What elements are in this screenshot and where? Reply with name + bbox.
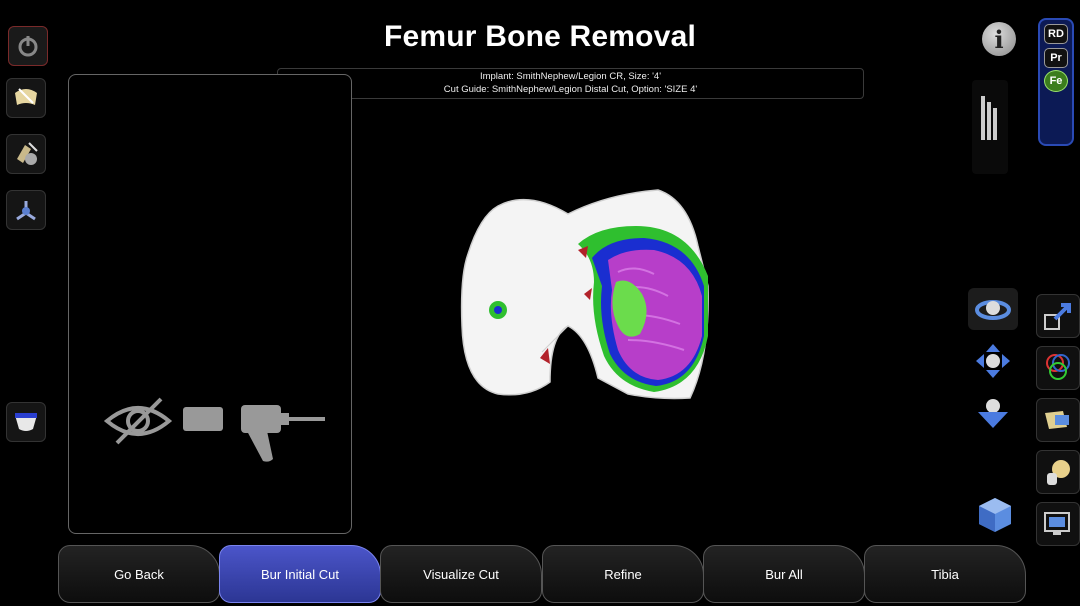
eye-hidden-icon[interactable] [103, 393, 173, 449]
femur-implant-button[interactable] [6, 78, 46, 118]
page-title: Femur Bone Removal [383, 20, 696, 53]
pan-view-icon [976, 344, 1010, 378]
cube-view-button[interactable] [974, 494, 1016, 536]
color-rings-icon [1046, 354, 1070, 380]
visualize-cut-button[interactable]: Visualize Cut [380, 545, 542, 603]
mode-panel: RD Pr Fe [1038, 18, 1074, 146]
tibia-button[interactable]: Tibia [864, 545, 1026, 603]
zoom-view-icon [978, 399, 1008, 428]
instrument-panel [68, 74, 352, 534]
resize-button[interactable] [1036, 294, 1080, 338]
bottom-nav: Go Back Bur Initial Cut Visualize Cut Re… [58, 545, 1026, 603]
rotate-view-icon [975, 300, 1011, 320]
depth-meter-icon [981, 96, 997, 140]
go-back-button[interactable]: Go Back [58, 545, 220, 603]
mode-rd-button[interactable]: RD [1044, 24, 1068, 44]
mode-pr-button[interactable]: Pr [1044, 48, 1068, 68]
axis-icon [16, 201, 36, 221]
rotate-view-button[interactable] [968, 288, 1018, 330]
implant-line: Implant: SmithNephew/Legion CR, Size: '4… [479, 71, 662, 82]
femur-knob-icon [1047, 460, 1070, 485]
power-icon [18, 36, 38, 57]
implant-info-box: Implant: SmithNephew/Legion CR, Size: '4… [277, 68, 864, 99]
info-button[interactable]: i [982, 22, 1016, 56]
screenshot-button[interactable] [1036, 502, 1080, 546]
zoom-view-button[interactable] [972, 392, 1014, 434]
femur-knob-button[interactable] [1036, 450, 1080, 494]
screenshot-icon [1044, 512, 1070, 535]
axis-button[interactable] [6, 190, 46, 230]
depth-meter [972, 80, 1008, 174]
bone-segment-icon [1045, 411, 1069, 429]
color-rings-button[interactable] [1036, 346, 1080, 390]
femur-implant-icon [15, 88, 37, 105]
bur-all-button[interactable]: Bur All [703, 545, 865, 603]
drill-handpiece-icon [183, 405, 325, 462]
instrument-icon [17, 142, 38, 165]
mode-fe-button[interactable]: Fe [1044, 70, 1068, 92]
bone-segment-button[interactable] [1036, 398, 1080, 442]
pan-view-button[interactable] [972, 340, 1014, 382]
resize-icon [1044, 303, 1071, 330]
cube-view-icon [979, 498, 1011, 532]
tibia-insert-button[interactable] [6, 402, 46, 442]
refine-button[interactable]: Refine [542, 545, 704, 603]
instrument-button[interactable] [6, 134, 46, 174]
power-button[interactable] [8, 26, 48, 66]
tibia-insert-icon [15, 413, 37, 431]
cut-guide-line: Cut Guide: SmithNephew/Legion Distal Cut… [443, 84, 698, 95]
femur-bone-model[interactable] [458, 186, 714, 404]
bur-initial-cut-button[interactable]: Bur Initial Cut [219, 545, 381, 603]
